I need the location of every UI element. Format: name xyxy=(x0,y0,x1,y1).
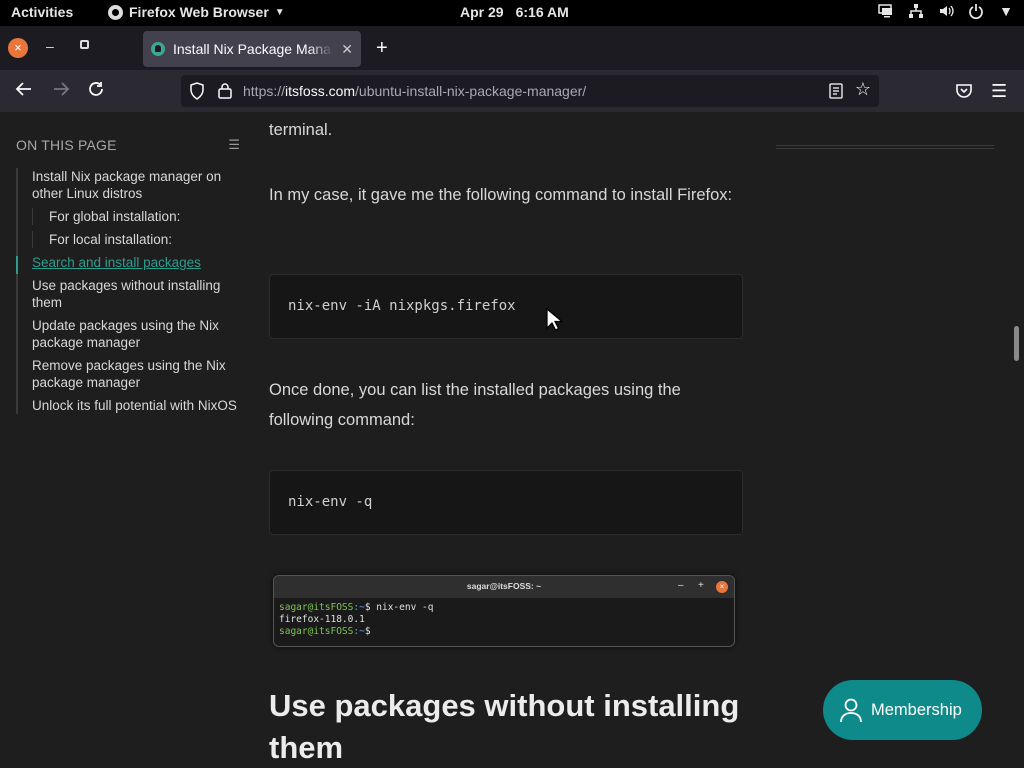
system-tray[interactable]: ▼ xyxy=(878,3,1014,19)
scrollbar-thumb[interactable] xyxy=(1014,326,1019,361)
minimize-icon: – xyxy=(678,580,684,591)
window-close-button[interactable]: × xyxy=(8,38,28,58)
network-icon xyxy=(909,4,923,18)
url-path: /ubuntu-install-nix-package-manager/ xyxy=(355,83,587,99)
terminal-titlebar: sagar@itsFOSS: ~ – + × xyxy=(274,576,734,598)
membership-label: Membership xyxy=(871,700,962,719)
toc-item[interactable]: Remove packages using the Nix package ma… xyxy=(32,357,240,391)
reload-button[interactable] xyxy=(85,80,107,102)
volume-icon xyxy=(940,5,954,17)
power-icon xyxy=(969,4,983,19)
toc-item[interactable]: Unlock its full potential with NixOS xyxy=(32,397,240,414)
itsfoss-favicon-icon xyxy=(151,42,165,56)
tab-install-nix[interactable]: Install Nix Package Manager ✕ xyxy=(143,31,361,67)
tab-close-icon[interactable]: ✕ xyxy=(341,41,353,58)
url-bar[interactable]: https://itsfoss.com/ubuntu-install-nix-p… xyxy=(181,75,879,107)
hamburger-menu-icon[interactable]: ☰ xyxy=(991,81,1007,102)
clock[interactable]: Apr 29 6:16 AM xyxy=(460,4,569,20)
arrow-left-icon xyxy=(15,82,31,96)
table-of-contents: ON THIS PAGE ☰ Install Nix package manag… xyxy=(16,136,240,420)
new-tab-button[interactable]: + xyxy=(376,37,388,60)
close-icon: × xyxy=(716,581,728,593)
terminal-user: sagar@itsFOSS xyxy=(279,602,354,613)
url-host: itsfoss.com xyxy=(285,83,356,99)
clock-date: Apr 29 xyxy=(460,4,504,20)
window-minimize-button[interactable]: – xyxy=(46,38,54,54)
clock-time: 6:16 AM xyxy=(515,4,569,20)
toc-item-active[interactable]: Search and install packages xyxy=(32,254,240,271)
terminal-path: :~ xyxy=(353,602,365,613)
user-icon xyxy=(840,698,862,723)
membership-button[interactable]: Membership xyxy=(823,680,982,740)
list-icon[interactable]: ☰ xyxy=(228,137,240,153)
paragraph: terminal. xyxy=(269,121,333,139)
bookmark-star-icon[interactable]: ☆ xyxy=(855,79,871,100)
url-scheme: https:// xyxy=(243,83,286,99)
tracking-shield-icon[interactable] xyxy=(189,82,205,100)
nav-bar: https://itsfoss.com/ubuntu-install-nix-p… xyxy=(0,70,1024,112)
lock-icon[interactable] xyxy=(217,82,233,100)
gnome-top-bar: Activities Firefox Web Browser ▼ Apr 29 … xyxy=(0,0,1024,26)
forward-button[interactable] xyxy=(50,80,72,102)
toc-item[interactable]: For local installation: xyxy=(32,231,240,248)
terminal-screenshot: sagar@itsFOSS: ~ – + × sagar@itsFOSS:~$ … xyxy=(273,575,735,647)
terminal-line: firefox-118.0.1 xyxy=(279,614,365,625)
toc-item[interactable]: Update packages using the Nix package ma… xyxy=(32,317,240,351)
mouse-cursor-icon xyxy=(546,308,564,331)
chevron-down-icon: ▼ xyxy=(999,3,1013,19)
terminal-command: $ nix-env -q xyxy=(364,602,434,613)
arrow-right-icon xyxy=(54,82,70,96)
tab-strip: × – Install Nix Package Manager ✕ + xyxy=(0,26,1024,70)
reader-view-icon[interactable] xyxy=(829,83,843,99)
window-maximize-button[interactable] xyxy=(80,40,89,49)
chevron-down-icon: ▼ xyxy=(274,6,285,18)
terminal-path: :~ xyxy=(353,626,365,637)
app-menu[interactable]: Firefox Web Browser ▼ xyxy=(108,4,285,20)
code-block[interactable]: nix-env -iA nixpkgs.firefox xyxy=(269,274,743,339)
display-icon xyxy=(878,4,892,18)
toc-item[interactable]: For global installation: xyxy=(32,208,240,225)
back-button[interactable] xyxy=(13,80,35,102)
maximize-icon: + xyxy=(698,580,704,591)
terminal-user: sagar@itsFOSS xyxy=(279,626,354,637)
page-content: ON THIS PAGE ☰ Install Nix package manag… xyxy=(0,112,1024,768)
tab-title: Install Nix Package Manager xyxy=(173,41,333,57)
sidebar-divider xyxy=(776,145,994,149)
app-menu-label: Firefox Web Browser xyxy=(129,4,269,20)
terminal-command: $ xyxy=(364,626,371,637)
toc-active-indicator xyxy=(16,256,18,274)
paragraph: In my case, it gave me the following com… xyxy=(269,186,733,204)
section-heading: Use packages without installing them xyxy=(269,688,740,765)
reload-icon xyxy=(89,82,103,96)
terminal-line: sagar@itsFOSS:~$ nix-env -q xyxy=(279,602,729,614)
terminal-title: sagar@itsFOSS: ~ xyxy=(466,581,542,591)
paragraph: Once done, you can list the installed pa… xyxy=(269,381,681,429)
pocket-icon[interactable] xyxy=(955,82,973,100)
toc-item[interactable]: Install Nix package manager on other Lin… xyxy=(32,168,240,202)
toc-list: Install Nix package manager on other Lin… xyxy=(16,168,240,414)
url-text[interactable]: https://itsfoss.com/ubuntu-install-nix-p… xyxy=(243,83,586,99)
firefox-icon xyxy=(108,4,123,20)
toc-heading: ON THIS PAGE xyxy=(16,137,117,153)
terminal-line: sagar@itsFOSS:~$ xyxy=(279,626,729,638)
activities-button[interactable]: Activities xyxy=(11,4,73,20)
code-block[interactable]: nix-env -q xyxy=(269,470,743,535)
toc-item[interactable]: Use packages without installing them xyxy=(32,277,240,311)
terminal-output: sagar@itsFOSS:~$ nix-env -q firefox-118.… xyxy=(274,598,734,642)
